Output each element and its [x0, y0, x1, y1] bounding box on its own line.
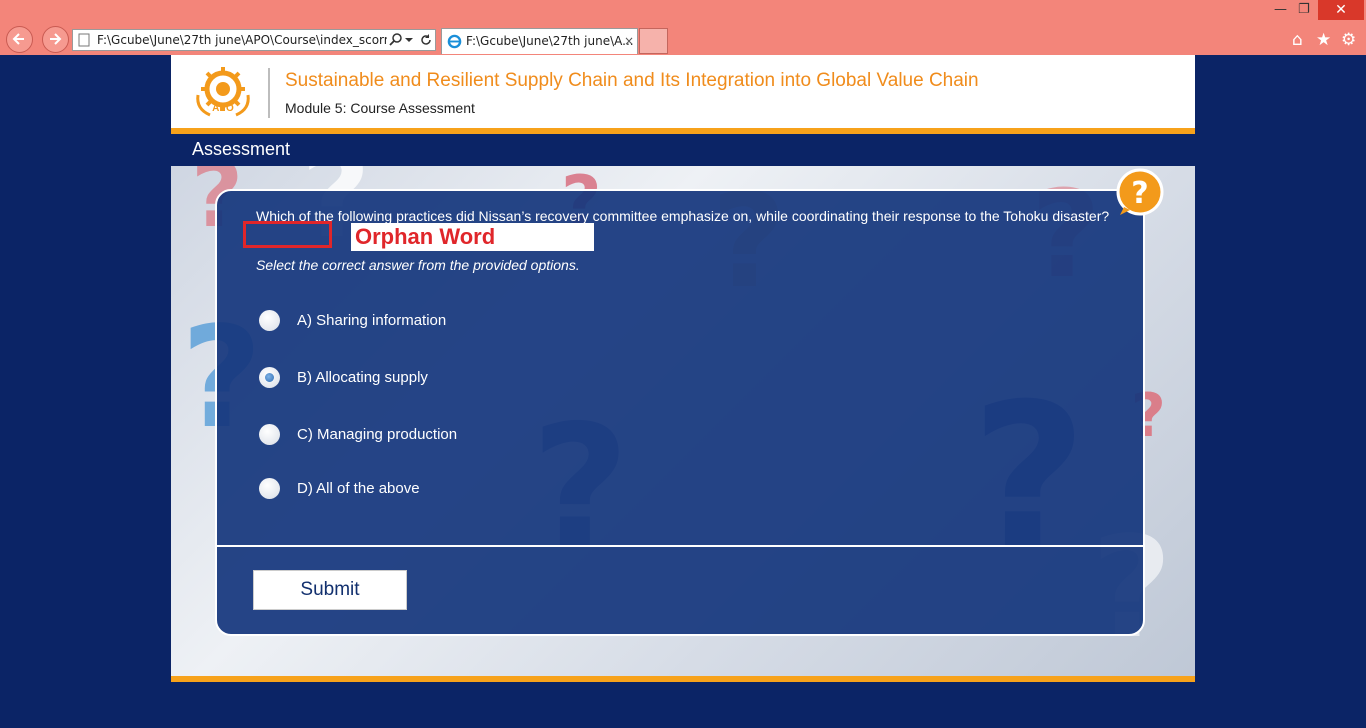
radio-button[interactable] [259, 310, 280, 331]
home-icon[interactable]: ⌂ [1292, 30, 1303, 50]
orphan-word-highlight [243, 221, 332, 248]
back-arrow-icon [12, 33, 24, 45]
browser-tab[interactable]: F:\Gcube\June\27th june\A... × [441, 28, 638, 54]
option-label: B) Allocating supply [297, 369, 428, 386]
page-icon [78, 33, 90, 47]
new-tab-button[interactable] [639, 28, 668, 54]
refresh-icon[interactable] [419, 33, 433, 47]
tab-title: F:\Gcube\June\27th june\A... [466, 34, 634, 48]
forward-button[interactable] [42, 26, 69, 53]
restore-icon[interactable]: ❐ [1298, 2, 1310, 17]
help-question-icon[interactable]: ? [1114, 167, 1166, 223]
option-label: D) All of the above [297, 480, 420, 497]
radio-button-selected[interactable] [259, 367, 280, 388]
close-window-button[interactable]: ✕ [1318, 0, 1364, 20]
ie-icon [447, 34, 462, 49]
search-icon[interactable] [389, 33, 403, 47]
card-divider [217, 545, 1143, 547]
favorites-star-icon[interactable]: ★ [1316, 30, 1331, 50]
address-bar[interactable]: F:\Gcube\June\27th june\APO\Course\index… [72, 29, 436, 51]
orphan-word-annotation: Orphan Word [351, 223, 594, 251]
option-label: C) Managing production [297, 426, 458, 443]
module-title: Module 5: Course Assessment [285, 100, 475, 116]
back-button[interactable] [6, 26, 33, 53]
logo-text: APO [212, 103, 234, 114]
submit-button[interactable]: Submit [253, 570, 407, 610]
svg-text:?: ? [1131, 176, 1148, 211]
settings-gear-icon[interactable]: ⚙ [1341, 30, 1356, 50]
radio-button[interactable] [259, 478, 280, 499]
tab-close-icon[interactable]: × [624, 29, 634, 53]
minimize-icon[interactable]: — [1274, 2, 1287, 17]
footer-accent-bar [171, 676, 1195, 682]
option-label: A) Sharing information [297, 312, 447, 329]
address-text: F:\Gcube\June\27th june\APO\Course\index… [97, 33, 387, 47]
apo-logo: APO [194, 65, 252, 123]
header-divider [268, 68, 270, 118]
radio-button[interactable] [259, 424, 280, 445]
section-bar [171, 134, 1195, 166]
course-title: Sustainable and Resilient Supply Chain a… [285, 70, 979, 91]
forward-arrow-icon [50, 33, 62, 45]
section-title: Assessment [192, 139, 291, 159]
dropdown-icon[interactable] [405, 35, 413, 45]
question-instruction: Select the correct answer from the provi… [256, 257, 580, 273]
